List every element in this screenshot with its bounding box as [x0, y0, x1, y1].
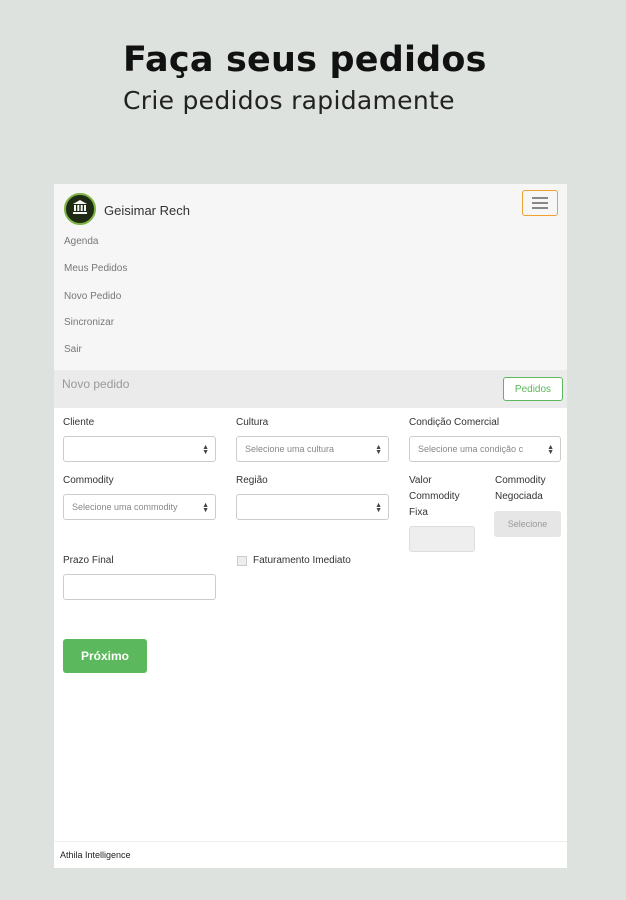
footer: Athila Intelligence — [54, 841, 567, 868]
commodity-select[interactable]: Selecione uma commodity ▲ ▼ — [63, 494, 216, 520]
condicao-select[interactable]: Selecione uma condição c ▲ ▼ — [409, 436, 561, 462]
select-arrows-icon: ▲ ▼ — [375, 502, 382, 514]
condicao-placeholder: Selecione uma condição c — [418, 444, 524, 454]
pedidos-button[interactable]: Pedidos — [503, 377, 563, 401]
bank-icon — [71, 198, 89, 221]
nav-link-sair[interactable]: Sair — [64, 344, 82, 355]
cliente-label: Cliente — [63, 417, 95, 428]
hamburger-menu-icon — [532, 197, 548, 199]
next-button[interactable]: Próximo — [63, 639, 147, 673]
page-title: Novo pedido — [62, 377, 130, 391]
avatar — [64, 193, 96, 225]
footer-text: Athila Intelligence — [60, 850, 131, 860]
valor-fixa-input[interactable] — [409, 526, 475, 552]
commodity-negociada-label: Commodity Negociada — [495, 475, 546, 502]
prazo-final-label: Prazo Final — [63, 555, 114, 566]
commodity-placeholder: Selecione uma commodity — [72, 502, 178, 512]
nav-link-novo-pedido[interactable]: Novo Pedido — [64, 291, 121, 302]
cliente-select[interactable]: ▲ ▼ — [63, 436, 216, 462]
regiao-label: Região — [236, 475, 268, 486]
nav-link-sincronizar[interactable]: Sincronizar — [64, 317, 114, 328]
promo-title: Faça seus pedidos — [123, 40, 487, 80]
faturamento-label: Faturamento Imediato — [253, 555, 351, 566]
cultura-label: Cultura — [236, 417, 269, 428]
select-arrows-icon: ▲ ▼ — [202, 502, 209, 514]
username: Geisimar Rech — [104, 203, 190, 218]
hamburger-menu-button[interactable] — [522, 190, 558, 216]
nav-link-agenda[interactable]: Agenda — [64, 236, 98, 247]
faturamento-checkbox[interactable] — [237, 556, 247, 566]
select-arrows-icon: ▲ ▼ — [547, 444, 554, 456]
valor-fixa-label: Valor Commodity Fixa — [409, 475, 460, 518]
select-arrows-icon: ▲ ▼ — [375, 444, 382, 456]
app-screen: Geisimar Rech Agenda Meus Pedidos Novo P… — [54, 184, 567, 868]
promo-subtitle: Crie pedidos rapidamente — [123, 86, 455, 115]
page-header: Novo pedido Pedidos — [54, 370, 567, 408]
navbar: Geisimar Rech Agenda Meus Pedidos Novo P… — [54, 184, 567, 370]
cultura-placeholder: Selecione uma cultura — [245, 444, 335, 454]
nav-link-meus-pedidos[interactable]: Meus Pedidos — [64, 263, 127, 274]
select-arrows-icon: ▲ ▼ — [202, 444, 209, 456]
regiao-select[interactable]: ▲ ▼ — [236, 494, 389, 520]
cultura-select[interactable]: Selecione uma cultura ▲ ▼ — [236, 436, 389, 462]
condicao-label: Condição Comercial — [409, 417, 500, 428]
commodity-label: Commodity — [63, 475, 114, 486]
commodity-negociada-button[interactable]: Selecione — [494, 511, 561, 537]
prazo-final-input[interactable] — [63, 574, 216, 600]
